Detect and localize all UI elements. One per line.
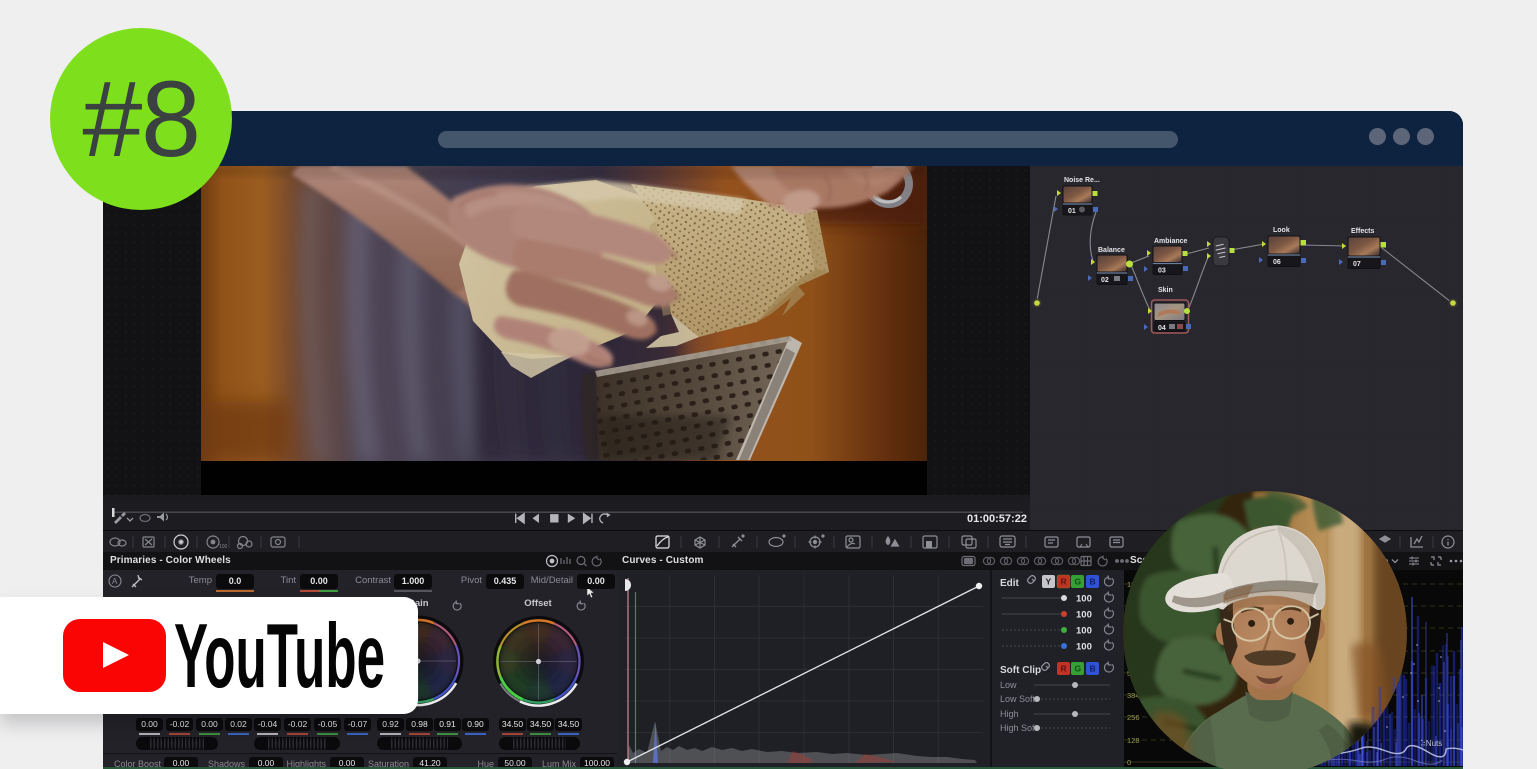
svg-text:Edit: Edit [1000,578,1020,589]
svg-text:04: 04 [1158,325,1166,332]
svg-text:02: 02 [1101,277,1109,284]
svg-text:Low: Low [1000,680,1017,690]
svg-text:High Soft: High Soft [1000,723,1038,733]
svg-text:100: 100 [219,544,228,550]
svg-text:B: B [1090,577,1096,587]
svg-text:R: R [1061,577,1067,587]
svg-text:100: 100 [1076,610,1092,621]
svg-text:Low Soft: Low Soft [1000,694,1036,704]
svg-text:01: 01 [1068,208,1076,215]
svg-text:256: 256 [1127,713,1140,722]
svg-text:100: 100 [1076,642,1092,653]
svg-text:03: 03 [1158,268,1166,275]
svg-text:B: B [1090,664,1096,674]
svg-text:01:00:57:22: 01:00:57:22 [967,513,1027,525]
svg-text:100: 100 [1076,626,1092,637]
svg-text:G: G [1075,664,1082,674]
svg-text:07: 07 [1353,261,1361,268]
svg-text:Balance: Balance [1098,247,1125,254]
svg-text:Skin: Skin [1158,287,1173,294]
svg-text:100: 100 [1076,594,1092,605]
svg-text:YouTube: YouTube [174,611,385,701]
svg-text:Ambiance: Ambiance [1154,238,1188,245]
svg-text:High: High [1000,709,1019,719]
svg-text:A: A [112,577,118,586]
svg-text:128: 128 [1127,736,1140,745]
svg-text:G: G [1075,577,1082,587]
svg-text:Y: Y [1046,577,1052,587]
svg-text:Effects: Effects [1351,228,1374,235]
svg-text:Soft Clip: Soft Clip [1000,665,1041,676]
svg-text:Noise Re...: Noise Re... [1064,177,1100,184]
svg-text:R: R [1061,664,1067,674]
svg-text:06: 06 [1273,259,1281,266]
svg-text:Look: Look [1273,227,1290,234]
svg-text:⠵Nuts: ⠵Nuts [1420,739,1442,748]
